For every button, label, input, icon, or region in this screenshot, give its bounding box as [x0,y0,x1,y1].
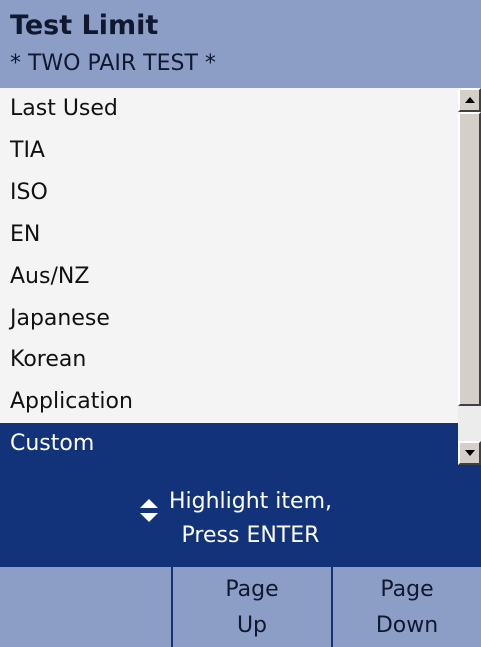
list-item-application[interactable]: Application [0,381,458,423]
scrollbar-track[interactable] [458,406,481,441]
list-item-japanese[interactable]: Japanese [0,298,458,340]
page-up-button[interactable]: Page Up [171,567,331,647]
list-item-custom[interactable]: Custom [0,423,458,466]
test-limit-screen: Test Limit * TWO PAIR TEST * Last Used T… [0,0,481,647]
page-down-label-line1: Page [380,577,434,602]
page-down-label-line2: Down [375,613,439,638]
scroll-down-button[interactable] [458,441,481,465]
softkey-1-blank[interactable] [0,567,171,647]
scroll-up-button[interactable] [458,88,481,112]
scroll-up-arrow-icon [465,97,475,103]
page-up-label-line1: Page [225,577,279,602]
list-item-aus-nz[interactable]: Aus/NZ [0,256,458,298]
scrollbar-thumb[interactable] [458,112,481,406]
test-limit-list: Last Used TIA ISO EN Aus/NZ Japanese Kor… [0,88,458,466]
instruction-line-2: Press ENTER [181,523,320,548]
list-item-last-used[interactable]: Last Used [0,88,458,130]
instruction-bar: Highlight item, Press ENTER [0,465,481,567]
instruction-line-1: Highlight item, [168,489,332,514]
page-down-button[interactable]: Page Down [331,567,481,647]
list-item-tia[interactable]: TIA [0,130,458,172]
scroll-down-arrow-icon [465,450,475,456]
list-item-iso[interactable]: ISO [0,172,458,214]
header: Test Limit * TWO PAIR TEST * [0,0,481,88]
list-scrollbar[interactable] [458,88,481,465]
page-title: Test Limit [10,10,159,41]
list-item-korean[interactable]: Korean [0,339,458,381]
list-item-en[interactable]: EN [0,214,458,256]
page-up-label-line2: Up [236,613,268,638]
page-subtitle: * TWO PAIR TEST * [10,51,216,76]
softkey-bar: Page Up Page Down [0,567,481,647]
